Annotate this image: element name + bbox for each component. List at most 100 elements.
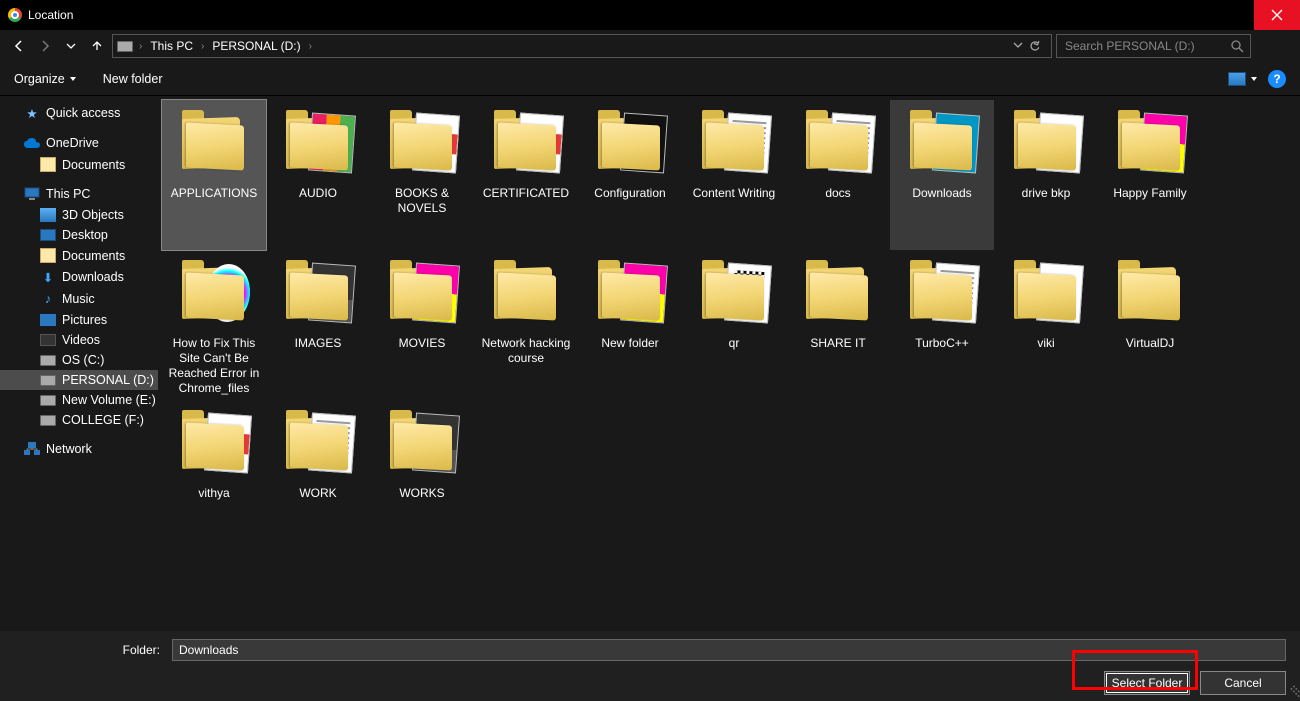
folder-thumbnail — [384, 104, 460, 180]
download-icon: ⬇ — [40, 269, 56, 285]
folder-item[interactable]: MOVIES — [370, 250, 474, 400]
select-folder-button[interactable]: Select Folder — [1104, 671, 1190, 695]
tree-this-pc[interactable]: This PC — [0, 183, 158, 205]
videos-icon — [40, 334, 56, 346]
chevron-right-icon[interactable]: › — [307, 41, 314, 52]
address-bar[interactable]: › This PC › PERSONAL (D:) › — [112, 34, 1052, 58]
folder-label: Configuration — [593, 186, 666, 201]
refresh-icon[interactable] — [1029, 40, 1041, 52]
drive-icon — [40, 355, 56, 366]
window-title: Location — [28, 8, 73, 22]
folder-item[interactable]: viki — [994, 250, 1098, 400]
desktop-icon — [40, 229, 56, 241]
folder-thumbnail — [176, 254, 252, 330]
folder-thumbnail — [1112, 254, 1188, 330]
up-button[interactable] — [86, 35, 108, 57]
tree-documents[interactable]: Documents — [0, 245, 158, 266]
folder-item[interactable]: How to Fix This Site Can't Be Reached Er… — [162, 250, 266, 400]
search-box[interactable] — [1056, 34, 1251, 58]
tree-onedrive-documents[interactable]: Documents — [0, 154, 158, 175]
folder-thumbnail — [1008, 104, 1084, 180]
folder-label: Happy Family — [1112, 186, 1187, 201]
close-button[interactable] — [1254, 0, 1300, 30]
organize-label: Organize — [14, 72, 65, 86]
back-button[interactable] — [8, 35, 30, 57]
folder-label: New folder — [600, 336, 659, 351]
folder-item[interactable]: Network hacking course — [474, 250, 578, 400]
folder-item[interactable]: TurboC++ — [890, 250, 994, 400]
folder-label: WORKS — [398, 486, 445, 501]
chevron-right-icon[interactable]: › — [199, 41, 206, 52]
tree-onedrive[interactable]: OneDrive — [0, 132, 158, 154]
organize-menu[interactable]: Organize — [14, 72, 77, 86]
folder-item[interactable]: Content Writing — [682, 100, 786, 250]
tree-drive-d[interactable]: PERSONAL (D:) — [0, 370, 158, 390]
folder-item[interactable]: qr — [682, 250, 786, 400]
nav-tree: ★Quick access OneDrive Documents This PC… — [0, 96, 158, 631]
view-menu[interactable] — [1228, 72, 1258, 86]
tree-quick-access[interactable]: ★Quick access — [0, 102, 158, 124]
folder-item[interactable]: WORK — [266, 400, 370, 550]
folder-item[interactable]: VirtualDJ — [1098, 250, 1202, 400]
folder-label: SHARE IT — [809, 336, 866, 351]
folder-item[interactable]: drive bkp — [994, 100, 1098, 250]
help-button[interactable]: ? — [1268, 70, 1286, 88]
search-icon — [1231, 40, 1244, 53]
folder-name-input[interactable] — [172, 639, 1286, 661]
tree-label: COLLEGE (F:) — [62, 413, 144, 427]
folder-label: Content Writing — [692, 186, 776, 201]
folder-item[interactable]: IMAGES — [266, 250, 370, 400]
tree-pictures[interactable]: Pictures — [0, 310, 158, 330]
tree-3d-objects[interactable]: 3D Objects — [0, 205, 158, 225]
folder-item[interactable]: Happy Family — [1098, 100, 1202, 250]
drive-icon — [40, 415, 56, 426]
tree-label: Documents — [62, 158, 125, 172]
folder-label: qr — [728, 336, 741, 351]
folder-thumbnail — [904, 254, 980, 330]
folder-label: VirtualDJ — [1125, 336, 1175, 351]
folder-label: Downloads — [911, 186, 972, 201]
folder-item[interactable]: Configuration — [578, 100, 682, 250]
cancel-button[interactable]: Cancel — [1200, 671, 1286, 695]
pc-icon — [24, 186, 40, 202]
folder-item[interactable]: New folder — [578, 250, 682, 400]
tree-downloads[interactable]: ⬇ Downloads — [0, 266, 158, 288]
folder-thumbnail — [488, 254, 564, 330]
folder-item[interactable]: APPLICATIONS — [162, 100, 266, 250]
forward-button[interactable] — [34, 35, 56, 57]
tree-network[interactable]: Network — [0, 438, 158, 460]
breadcrumb-drive[interactable]: PERSONAL (D:) — [210, 39, 302, 53]
folder-item[interactable]: WORKS — [370, 400, 474, 550]
search-input[interactable] — [1063, 38, 1231, 54]
tree-drive-e[interactable]: New Volume (E:) — [0, 390, 158, 410]
recent-dropdown[interactable] — [60, 35, 82, 57]
address-dropdown-icon[interactable] — [1013, 40, 1023, 52]
folder-item[interactable]: AUDIO — [266, 100, 370, 250]
folder-item[interactable]: Downloads — [890, 100, 994, 250]
folder-label: MOVIES — [398, 336, 447, 351]
tree-music[interactable]: ♪Music — [0, 288, 158, 310]
folder-label: CERTIFICATED — [482, 186, 570, 201]
3d-icon — [40, 208, 56, 222]
new-folder-button[interactable]: New folder — [103, 72, 163, 86]
folder-thumbnail — [696, 104, 772, 180]
tree-label: OS (C:) — [62, 353, 104, 367]
chevron-right-icon[interactable]: › — [137, 41, 144, 52]
folder-thumbnail — [384, 404, 460, 480]
drive-icon — [40, 395, 56, 406]
folder-item[interactable]: vithya — [162, 400, 266, 550]
tree-label: OneDrive — [46, 136, 99, 150]
folder-item[interactable]: SHARE IT — [786, 250, 890, 400]
folder-item[interactable]: docs — [786, 100, 890, 250]
folder-item[interactable]: BOOKS & NOVELS — [370, 100, 474, 250]
explorer-body: ★Quick access OneDrive Documents This PC… — [0, 96, 1300, 631]
tree-label: Downloads — [62, 270, 124, 284]
drive-icon — [117, 41, 133, 52]
tree-drive-c[interactable]: OS (C:) — [0, 350, 158, 370]
tree-desktop[interactable]: Desktop — [0, 225, 158, 245]
folder-label: TurboC++ — [914, 336, 970, 351]
breadcrumb-thispc[interactable]: This PC — [148, 39, 195, 53]
tree-videos[interactable]: Videos — [0, 330, 158, 350]
tree-drive-f[interactable]: COLLEGE (F:) — [0, 410, 158, 430]
folder-item[interactable]: CERTIFICATED — [474, 100, 578, 250]
